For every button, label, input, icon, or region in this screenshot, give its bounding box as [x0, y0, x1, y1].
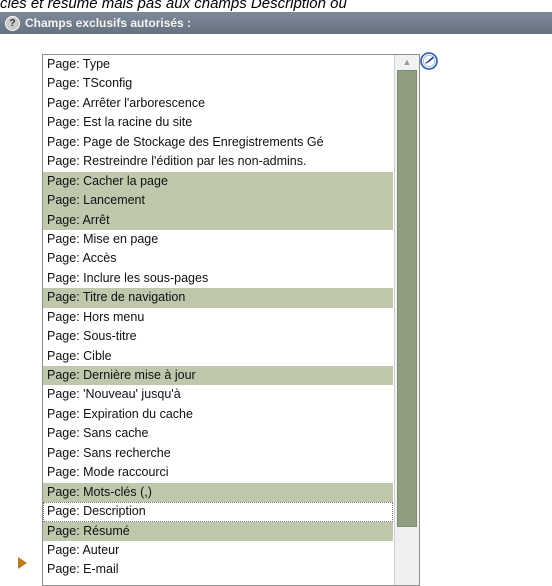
list-option[interactable]: Page: Accès	[43, 249, 393, 268]
list-option[interactable]: Page: Arrêter l'arborescence	[43, 94, 393, 113]
list-option[interactable]: Page: E-mail	[43, 560, 393, 579]
list-option[interactable]: Page: Titre de navigation	[43, 288, 393, 308]
list-option[interactable]: Page: Page de Stockage des Enregistremen…	[43, 133, 393, 152]
wizard-clock-icon[interactable]	[420, 52, 438, 70]
scrollbar-thumb[interactable]	[397, 70, 417, 527]
list-option[interactable]: Page: Hors menu	[43, 308, 393, 327]
list-option[interactable]: Page: Cacher la page	[43, 171, 393, 192]
list-option[interactable]: Page: Expiration du cache	[43, 405, 393, 424]
list-option[interactable]: Page: Auteur	[43, 541, 393, 560]
list-option[interactable]: Page: 'Nouveau' jusqu'à	[43, 385, 393, 404]
play-arrow-icon	[18, 557, 27, 569]
scroll-up-arrow-icon[interactable]: ▲	[395, 55, 419, 69]
list-option[interactable]: Page: Lancement	[43, 191, 393, 211]
list-option[interactable]: Page: Mise en page	[43, 230, 393, 249]
vertical-scrollbar[interactable]: ▲	[394, 55, 419, 585]
help-icon[interactable]: ?	[5, 15, 20, 31]
section-title: Champs exclusifs autorisés :	[25, 16, 192, 30]
list-option[interactable]: Page: Type	[43, 55, 393, 74]
list-option[interactable]: Page: Description	[43, 502, 393, 522]
list-option[interactable]: Page: TSconfig	[43, 74, 393, 93]
list-option[interactable]: Page: Mode raccourci	[43, 463, 393, 482]
list-option[interactable]: Page: Sans recherche	[43, 444, 393, 463]
list-option[interactable]: Page: Sous-titre	[43, 327, 393, 346]
section-header: ? Champs exclusifs autorisés :	[0, 12, 552, 34]
exclusive-fields-multiselect[interactable]: Page: Type Page: TSconfig Page: Arrêter l'…	[42, 54, 420, 586]
list-option[interactable]: Page: Est la racine du site	[43, 113, 393, 132]
scrollbar-track[interactable]	[395, 528, 419, 585]
list-option[interactable]: Page: Résumé	[43, 521, 393, 541]
list-option[interactable]: Page: Restreindre l'édition par les non-…	[43, 152, 393, 171]
list-option[interactable]: Page: Inclure les sous-pages	[43, 269, 393, 288]
list-option[interactable]: Page: Arrêt	[43, 210, 393, 230]
list-option[interactable]: Page: Dernière mise à jour	[43, 366, 393, 386]
list-option[interactable]: Page: Cible	[43, 347, 393, 366]
list-option[interactable]: Page: Mots-clés (,)	[43, 482, 393, 503]
options-list: Page: Type Page: TSconfig Page: Arrêter l'…	[43, 55, 393, 580]
list-option[interactable]: Page: Sans cache	[43, 424, 393, 443]
